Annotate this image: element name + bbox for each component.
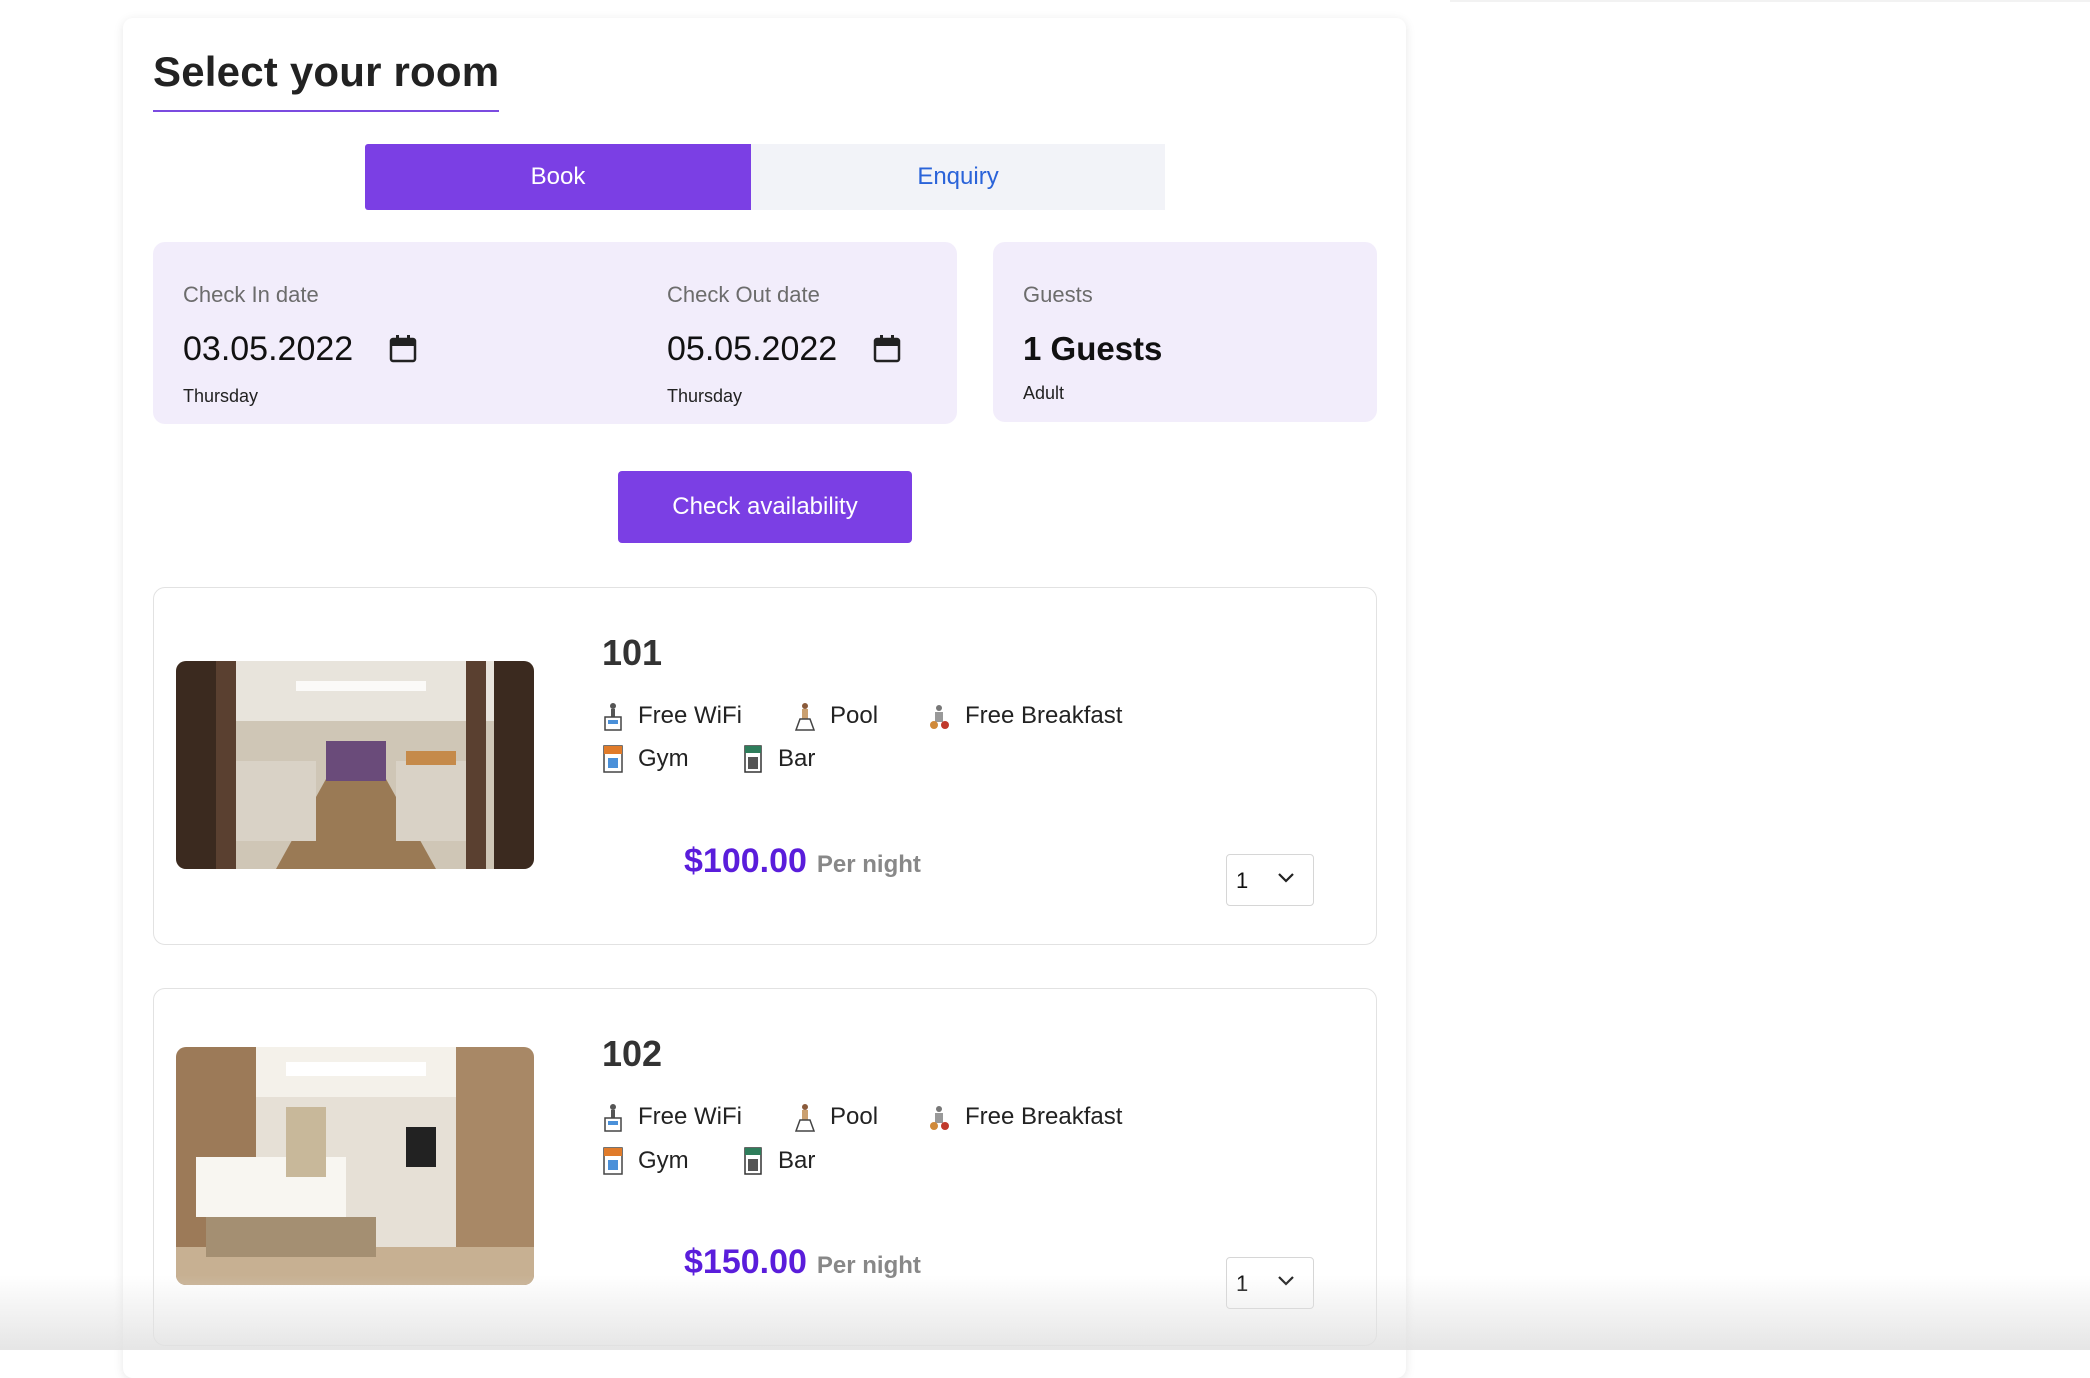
amenity-label: Gym xyxy=(638,745,689,772)
amenity-breakfast: Free Breakfast xyxy=(929,701,1122,731)
check-in-label: Check In date xyxy=(183,282,319,307)
chevron-down-icon xyxy=(1278,873,1294,883)
calendar-icon[interactable] xyxy=(389,334,417,364)
check-out-value[interactable]: 05.05.2022 xyxy=(667,330,837,369)
breakfast-icon xyxy=(930,1106,949,1130)
check-out-day: Thursday xyxy=(667,386,743,406)
room-number: 101 xyxy=(602,632,663,673)
guests-type: Adult xyxy=(1023,383,1065,403)
amenity-label: Bar xyxy=(778,1147,816,1174)
price-value: $150.00 xyxy=(684,1243,807,1281)
amenity-breakfast: Free Breakfast xyxy=(929,1102,1122,1132)
gym-icon xyxy=(603,745,623,773)
amenity-label: Pool xyxy=(830,702,879,729)
room-selection-panel: Select your room Book Enquiry Check In d… xyxy=(123,18,1406,1378)
check-out-label: Check Out date xyxy=(667,282,820,307)
amenity-label: Gym xyxy=(638,1147,689,1174)
wifi-icon xyxy=(604,1104,622,1132)
price-unit: Per night xyxy=(816,851,921,878)
guests-value[interactable]: 1 Guests xyxy=(1023,330,1162,368)
calendar-icon[interactable] xyxy=(873,334,901,364)
amenity-gym: Gym xyxy=(602,744,689,774)
room-quantity-select[interactable]: 1 xyxy=(1226,1257,1314,1309)
check-in-value[interactable]: 03.05.2022 xyxy=(183,330,353,369)
guests-selector[interactable]: Guests 1 Guests Adult xyxy=(993,242,1377,422)
amenity-label: Free WiFi xyxy=(638,702,742,729)
room-price: $100.00 Per night xyxy=(684,842,921,881)
check-availability-button[interactable]: Check availability xyxy=(618,471,912,543)
tab-book[interactable]: Book xyxy=(365,144,751,210)
breakfast-icon xyxy=(930,705,949,729)
chevron-down-icon xyxy=(1278,1276,1294,1286)
amenity-pool: Pool xyxy=(794,701,878,731)
amenity-wifi: Free WiFi xyxy=(602,1102,742,1132)
gym-icon xyxy=(603,1147,623,1175)
amenity-label: Free Breakfast xyxy=(965,702,1123,729)
amenity-bar: Bar xyxy=(742,744,815,774)
room-quantity-select[interactable]: 1 xyxy=(1226,854,1314,906)
pool-icon xyxy=(794,1104,816,1132)
amenity-label: Free WiFi xyxy=(638,1103,742,1130)
room-price: $150.00 Per night xyxy=(684,1243,921,1282)
room-photo xyxy=(176,1047,534,1285)
page-title: Select your room xyxy=(153,48,500,112)
bar-icon xyxy=(744,745,762,773)
room-photo xyxy=(176,661,534,869)
tab-enquiry[interactable]: Enquiry xyxy=(751,144,1165,210)
guests-label: Guests xyxy=(1023,282,1093,307)
date-range-picker: Check In date 03.05.2022 Thursday Check … xyxy=(153,242,957,424)
amenity-label: Free Breakfast xyxy=(965,1103,1123,1130)
room-card: 102 Free WiFi Pool Free Breakfast Gym Ba… xyxy=(153,988,1377,1346)
quantity-value: 1 xyxy=(1236,868,1249,893)
price-value: $100.00 xyxy=(684,842,807,880)
booking-tabs: Book Enquiry xyxy=(365,144,1165,210)
wifi-icon xyxy=(604,703,622,731)
price-unit: Per night xyxy=(816,1252,921,1279)
amenity-gym: Gym xyxy=(602,1146,689,1176)
amenity-wifi: Free WiFi xyxy=(602,701,742,731)
bar-icon xyxy=(744,1147,762,1175)
top-right-divider xyxy=(1450,0,2090,2)
amenity-label: Pool xyxy=(830,1103,879,1130)
room-card: 101 Free WiFi Pool Free Breakfast Gym Ba… xyxy=(153,587,1377,945)
pool-icon xyxy=(794,703,816,731)
quantity-value: 1 xyxy=(1236,1271,1249,1296)
amenity-pool: Pool xyxy=(794,1102,878,1132)
room-number: 102 xyxy=(602,1033,663,1074)
amenity-label: Bar xyxy=(778,745,816,772)
check-in-day: Thursday xyxy=(183,386,259,406)
amenity-bar: Bar xyxy=(742,1146,815,1176)
